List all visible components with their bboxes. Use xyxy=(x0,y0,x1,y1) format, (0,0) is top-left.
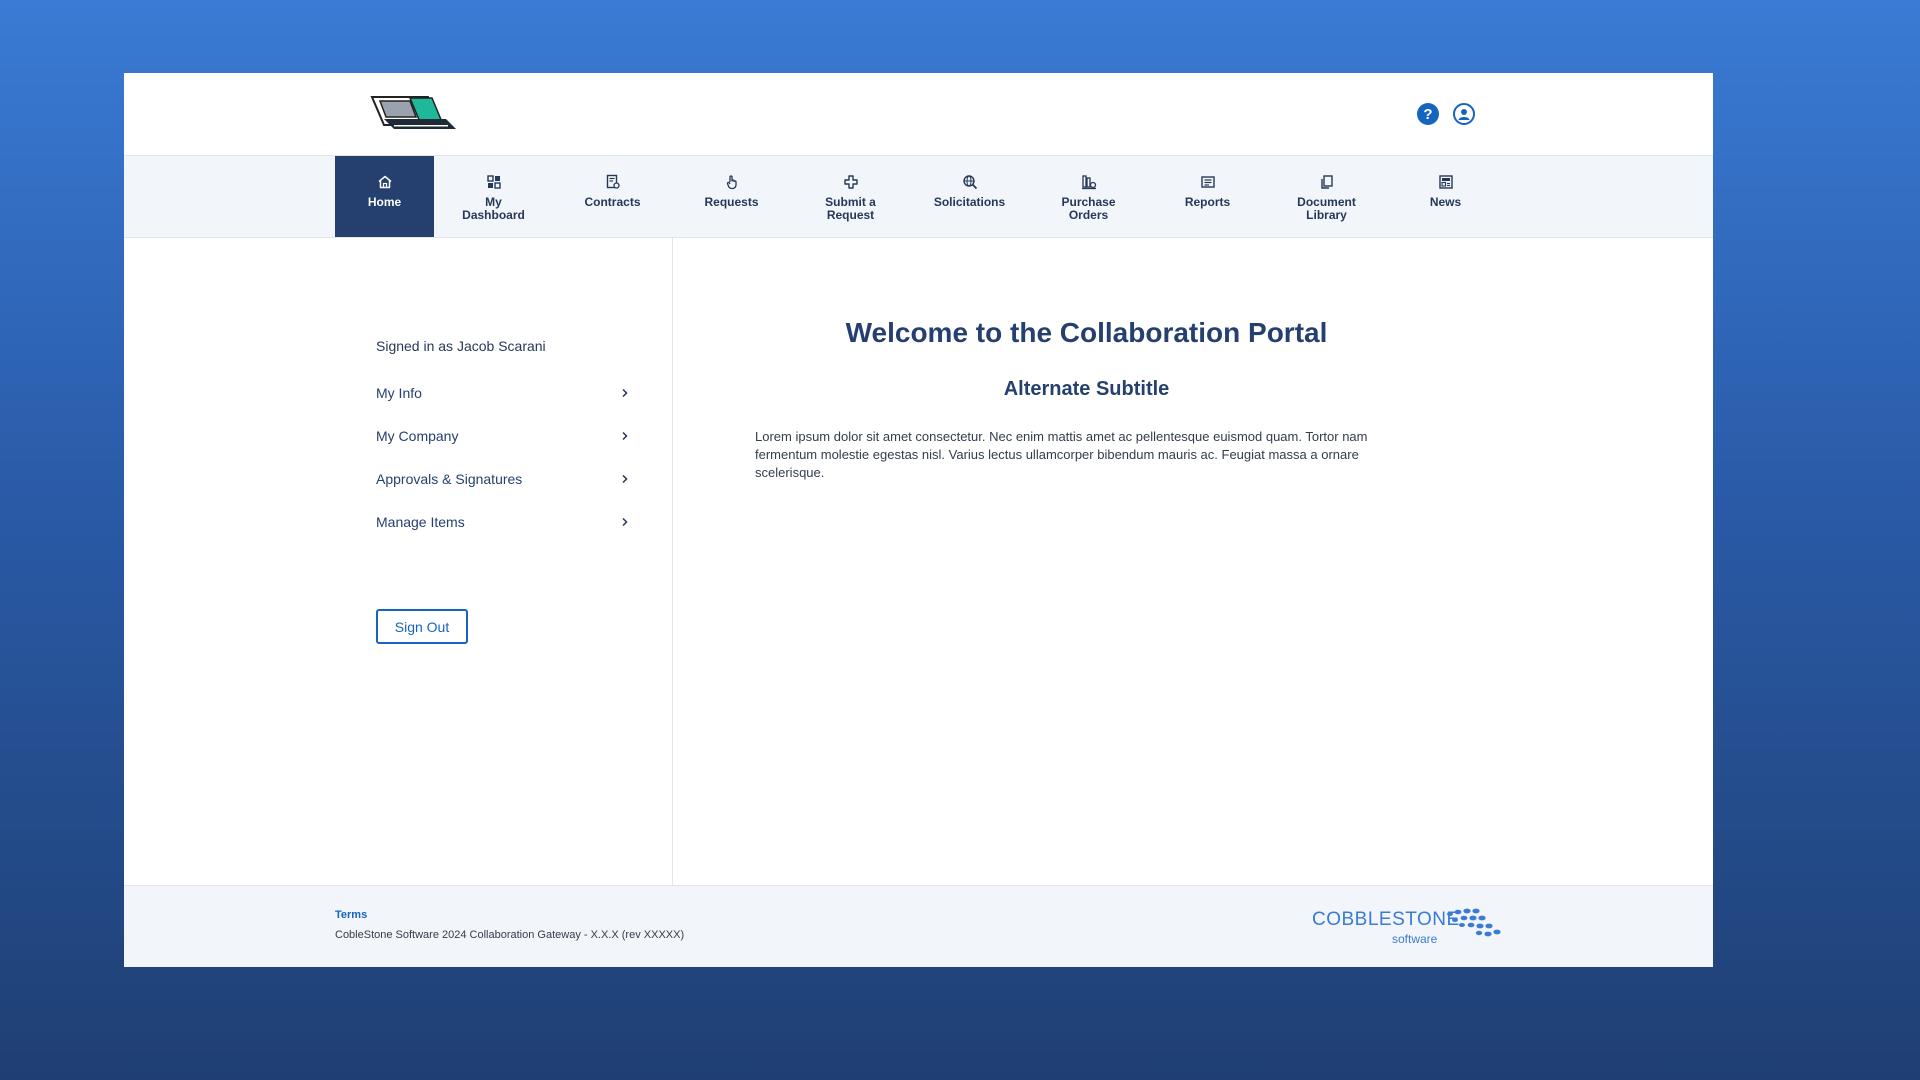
sidebar-item-manage-items[interactable]: Manage Items xyxy=(376,500,630,543)
company-logo[interactable] xyxy=(370,95,458,131)
account-sidebar: Signed in as Jacob Scarani My Info My Co… xyxy=(124,238,673,886)
nav-label: Solicitations xyxy=(933,195,1006,209)
chevron-right-icon xyxy=(622,388,628,397)
search-globe-icon xyxy=(962,175,977,190)
page-subtitle: Alternate Subtitle xyxy=(1003,378,1170,400)
nav-item-document-library[interactable]: Document Library xyxy=(1267,156,1386,237)
contracts-icon xyxy=(606,174,620,189)
sidebar-item-label: My Company xyxy=(376,427,459,444)
sidebar-item-label: Approvals & Signatures xyxy=(376,470,523,487)
nav-label: Reports xyxy=(1184,195,1231,209)
sidebar-item-my-company[interactable]: My Company xyxy=(376,414,630,457)
nav-item-reports[interactable]: Reports xyxy=(1148,156,1267,237)
sidebar-item-my-info[interactable]: My Info xyxy=(376,371,630,414)
user-account-icon[interactable] xyxy=(1453,103,1475,125)
nav-item-submit-a-request[interactable]: Submit a Request xyxy=(791,156,910,237)
terms-link[interactable]: Terms xyxy=(335,909,367,921)
reports-icon xyxy=(1200,176,1215,188)
nav-item-my-dashboard[interactable]: My Dashboard xyxy=(434,156,553,237)
sidebar-item-approvals-signatures[interactable]: Approvals & Signatures xyxy=(376,457,630,500)
cobblestone-logo: COBBLESTONE software xyxy=(1312,906,1512,950)
dashboard-icon xyxy=(486,175,501,189)
nav-label: Submit a Request xyxy=(825,195,876,222)
nav-label: My Dashboard xyxy=(462,195,525,222)
help-glyph: ? xyxy=(1423,105,1433,123)
sidebar-item-label: Manage Items xyxy=(376,513,465,530)
top-header: ? xyxy=(124,73,1713,156)
plus-cross-icon xyxy=(843,175,858,189)
nav-label: Requests xyxy=(704,195,759,209)
nav-label: Document Library xyxy=(1297,195,1356,222)
nav-label: Purchase Orders xyxy=(1061,195,1116,222)
copyright-text: CobleStone Software 2024 Collaboration G… xyxy=(335,929,685,941)
main-content: Welcome to the Collaboration Portal Alte… xyxy=(673,238,1713,886)
nav-label: Contracts xyxy=(584,195,641,209)
nav-label: Home xyxy=(367,195,402,209)
nav-item-requests[interactable]: Requests xyxy=(672,156,791,237)
sign-out-button[interactable]: Sign Out xyxy=(376,609,468,644)
main-nav: Home My Dashboard Contracts Requests Sub… xyxy=(124,156,1713,238)
nav-item-news[interactable]: News xyxy=(1386,156,1505,237)
nav-item-purchase-orders[interactable]: Purchase Orders xyxy=(1029,156,1148,237)
hand-pointer-icon xyxy=(726,175,737,190)
page-footer: Terms CobleStone Software 2024 Collabora… xyxy=(124,885,1713,967)
nav-item-home[interactable]: Home xyxy=(335,156,434,237)
help-icon[interactable]: ? xyxy=(1417,103,1439,125)
intro-paragraph: Lorem ipsum dolor sit amet consectetur. … xyxy=(755,429,1368,480)
account-menu: My Info My Company Approvals & Signature… xyxy=(376,371,630,543)
page-title: Welcome to the Collaboration Portal xyxy=(845,317,1328,348)
signed-in-text: Signed in as Jacob Scarani xyxy=(376,338,546,354)
chevron-right-icon xyxy=(622,431,628,440)
sidebar-item-label: My Info xyxy=(376,384,422,401)
brand-sub: software xyxy=(1392,932,1438,946)
documents-icon xyxy=(1320,175,1333,189)
nav-label: News xyxy=(1429,195,1462,209)
news-icon xyxy=(1438,175,1453,189)
brand-name: COBBLESTONE xyxy=(1312,909,1460,930)
chevron-right-icon xyxy=(622,474,628,483)
cobblestone-mark-icon xyxy=(1447,908,1501,937)
purchase-orders-icon xyxy=(1081,175,1096,190)
nav-item-solicitations[interactable]: Solicitations xyxy=(910,156,1029,237)
portal-window: ? Home My Dashboard Contracts Requests S… xyxy=(124,73,1713,967)
user-silhouette-icon xyxy=(1458,109,1470,120)
nav-item-contracts[interactable]: Contracts xyxy=(553,156,672,237)
home-icon xyxy=(378,175,391,189)
chevron-right-icon xyxy=(622,517,628,526)
